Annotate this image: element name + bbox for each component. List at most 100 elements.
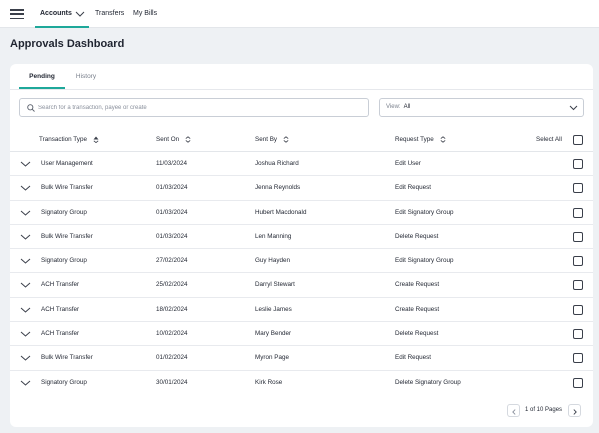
cell-transaction-type: Signatory Group [41, 378, 87, 386]
tab-pending-label: Pending [29, 73, 55, 80]
cell-sent-by: Guy Hayden [255, 257, 291, 265]
tabs-divider [10, 89, 593, 90]
row-select-checkbox[interactable] [573, 159, 583, 169]
header-sent-by[interactable]: Sent By [255, 128, 289, 152]
expand-row-chevron-icon[interactable] [20, 210, 31, 216]
cell-sent-on: 25/02/2024 [156, 281, 188, 289]
header-select-all-label: Select All [536, 136, 562, 143]
search-field[interactable] [19, 98, 369, 117]
top-navigation-bar: Accounts Transfers My Bills [0, 0, 599, 28]
table-row[interactable]: ACH Transfer 10/02/2024 Mary Bender Delete … [10, 322, 593, 347]
cell-transaction-type: Signatory Group [41, 208, 87, 216]
cell-sent-on: 18/02/2024 [156, 305, 188, 313]
row-select-checkbox[interactable] [573, 231, 583, 242]
sort-icon [185, 136, 191, 143]
row-select-checkbox[interactable] [573, 304, 583, 315]
row-select-checkbox[interactable] [573, 183, 583, 194]
cell-sent-on: 10/02/2024 [156, 330, 188, 338]
cell-request-type: Edit Request [395, 184, 432, 192]
nav-transfers[interactable]: Transfers [95, 0, 124, 28]
cell-transaction-type: Bulk Wire Transfer [41, 354, 93, 362]
page-indicator: 1 of 10 Pages [525, 407, 563, 413]
cell-sent-by: Kirk Rose [255, 378, 283, 386]
expand-row-chevron-icon[interactable] [20, 380, 31, 386]
cell-sent-on: 27/02/2024 [156, 257, 188, 265]
table-row[interactable]: Bulk Wire Transfer 01/03/2024 Len Manning D… [10, 225, 593, 250]
nav-accounts[interactable]: Accounts [35, 0, 89, 28]
cell-request-type: Delete Request [395, 232, 439, 240]
active-nav-indicator [35, 26, 89, 28]
cell-request-type: Edit User [395, 160, 421, 167]
cell-request-type: Delete Request [395, 330, 439, 338]
header-sent-on[interactable]: Sent On [156, 128, 191, 152]
cell-sent-by: Len Manning [255, 232, 292, 240]
previous-page-button[interactable] [507, 404, 520, 417]
cell-request-type: Edit Request [395, 354, 432, 362]
sort-icon [283, 136, 289, 143]
row-select-checkbox[interactable] [573, 207, 583, 218]
row-select-checkbox[interactable] [573, 377, 583, 388]
cell-sent-by: Hubert Macdonald [255, 208, 307, 216]
table-row[interactable]: Signatory Group 27/02/2024 Guy Hayden Edit … [10, 249, 593, 274]
cell-sent-by: Darryl Stewart [255, 281, 295, 289]
cell-request-type: Create Request [395, 305, 440, 313]
chevron-down-icon [569, 105, 578, 111]
hamburger-menu-icon[interactable] [10, 9, 24, 20]
cell-sent-on: 01/03/2024 [156, 208, 188, 216]
nav-my-bills[interactable]: My Bills [133, 0, 157, 28]
table-header-row: Transaction Type Sent On Sent By Request… [10, 128, 593, 152]
search-input[interactable] [38, 101, 358, 114]
cell-sent-by: Myron Page [255, 354, 289, 362]
tab-pending[interactable]: Pending [19, 64, 65, 89]
header-sent-on-label: Sent On [156, 136, 180, 143]
row-select-checkbox[interactable] [573, 329, 583, 340]
expand-row-chevron-icon[interactable] [20, 234, 31, 240]
view-filter-select[interactable]: View: All [379, 98, 584, 117]
cell-request-type: Edit Signatory Group [395, 208, 454, 216]
header-request-type-label: Request Type [395, 136, 434, 143]
table-row[interactable]: Bulk Wire Transfer 01/03/2024 Jenna Reynol… [10, 176, 593, 201]
table-row[interactable]: User Management 11/03/2024 Joshua Richard E… [10, 152, 593, 177]
cell-sent-on: 01/03/2024 [156, 184, 188, 192]
cell-transaction-type: Bulk Wire Transfer [41, 184, 93, 192]
table-row[interactable]: ACH Transfer 25/02/2024 Darryl Stewart Crea… [10, 273, 593, 298]
table-row[interactable]: Bulk Wire Transfer 01/02/2024 Myron Page Ed… [10, 346, 593, 371]
cell-sent-on: 01/02/2024 [156, 354, 188, 362]
cell-transaction-type: ACH Transfer [41, 330, 80, 338]
table-row[interactable]: ACH Transfer 18/02/2024 Leslie James Create… [10, 298, 593, 323]
view-filter-label: View: [386, 104, 401, 110]
expand-row-chevron-icon[interactable] [20, 185, 31, 191]
cell-sent-by: Leslie James [255, 305, 292, 313]
cell-sent-by: Jenna Reynolds [255, 184, 301, 192]
row-select-checkbox[interactable] [573, 353, 583, 364]
page-title: Approvals Dashboard [10, 38, 125, 50]
tab-history[interactable]: History [68, 64, 104, 89]
cell-sent-on: 30/01/2024 [156, 378, 188, 386]
expand-row-chevron-icon[interactable] [20, 307, 31, 313]
sort-icon [440, 136, 445, 143]
cell-request-type: Edit Signatory Group [395, 257, 454, 265]
header-sent-by-label: Sent By [255, 136, 278, 143]
expand-row-chevron-icon[interactable] [20, 331, 31, 337]
approvals-card: Pending History View:All Transaction Typ… [10, 64, 593, 427]
row-select-checkbox[interactable] [573, 280, 583, 291]
next-page-button[interactable] [568, 404, 581, 417]
cell-sent-on: 11/03/2024 [156, 160, 188, 167]
chevron-right-icon [573, 408, 577, 415]
cell-transaction-type: ACH Transfer [41, 281, 80, 289]
chevron-down-icon [75, 11, 85, 17]
cell-sent-on: 01/03/2024 [156, 232, 188, 240]
table-row[interactable]: Signatory Group 30/01/2024 Kirk Rose Delete… [10, 371, 593, 395]
cell-request-type: Delete Signatory Group [395, 378, 461, 386]
expand-row-chevron-icon[interactable] [20, 355, 31, 362]
expand-row-chevron-icon[interactable] [20, 282, 31, 289]
cell-transaction-type: User Management [41, 160, 93, 167]
select-all-checkbox[interactable] [573, 135, 583, 145]
row-select-checkbox[interactable] [573, 256, 583, 267]
header-request-type[interactable]: Request Type [395, 128, 446, 152]
cell-sent-by: Joshua Richard [255, 160, 299, 167]
header-transaction-type[interactable]: Transaction Type [39, 128, 99, 152]
expand-row-chevron-icon[interactable] [20, 258, 31, 264]
table-row[interactable]: Signatory Group 01/03/2024 Hubert Macdonal… [10, 201, 593, 225]
expand-row-chevron-icon[interactable] [20, 161, 31, 167]
